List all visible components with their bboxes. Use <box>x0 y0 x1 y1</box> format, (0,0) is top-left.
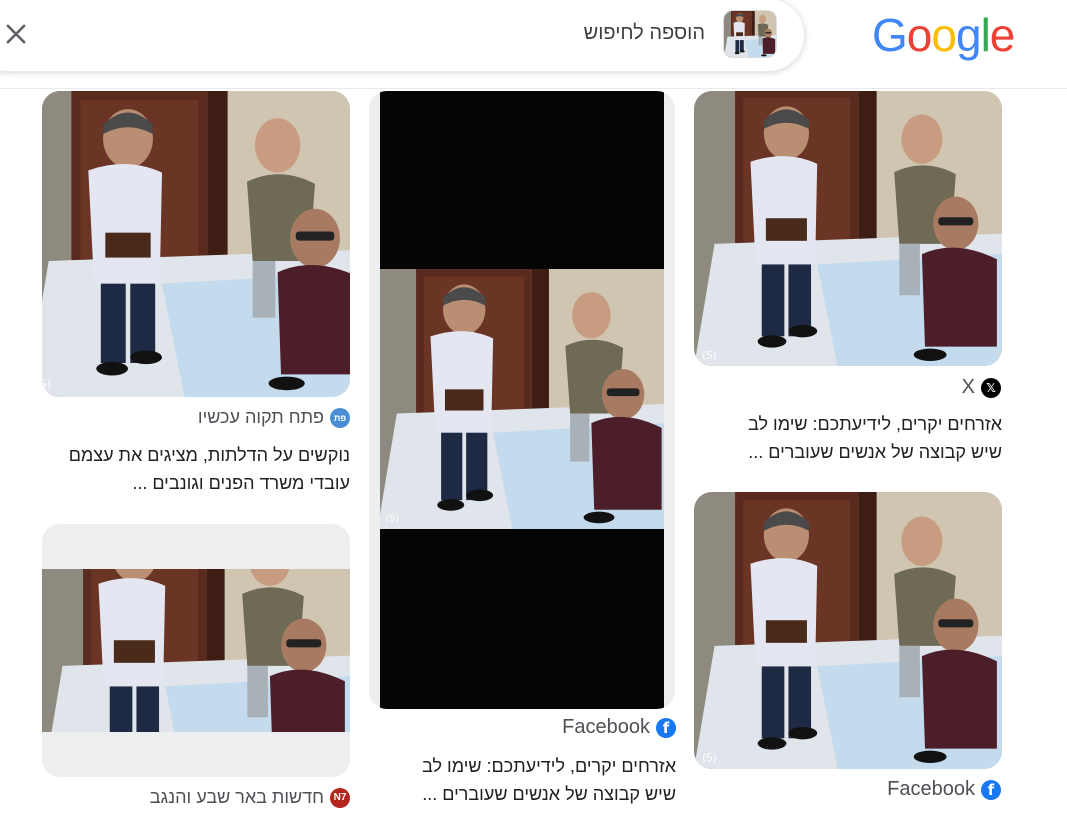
result-caption-line: שיש קבוצה של אנשים שעוברים ... <box>748 442 1002 462</box>
result-image[interactable] <box>369 91 675 709</box>
result-source[interactable]: N7 חדשות באר שבע והנגב <box>150 787 350 808</box>
result-caption[interactable]: נוקשים על הדלתות, מציגים את עצמם עובדי מ… <box>30 441 350 497</box>
result-source-name: X <box>961 376 975 398</box>
close-icon <box>6 24 26 44</box>
result-caption[interactable]: אזרחים יקרים, לידיעתכם: שימו לב שיש קבוצ… <box>682 410 1002 466</box>
result-caption-line: נוקשים על הדלתות, מציגים את עצמם <box>68 445 350 465</box>
search-image-thumbnail[interactable] <box>723 10 777 58</box>
result-source-name: Facebook <box>887 778 975 800</box>
result-source-name: פתח תקוה עכשיו <box>197 407 324 427</box>
result-caption-line: שיש קבוצה של אנשים שעוברים ... <box>422 784 676 804</box>
result-source-name: Facebook <box>562 716 650 738</box>
n7-logo-icon: N7 <box>330 787 350 808</box>
result-source[interactable]: 𝕏 X <box>962 376 1001 399</box>
result-caption[interactable]: אזרחים יקרים, לידיעתכם: שימו לב שיש קבוצ… <box>356 752 676 808</box>
x-logo-icon: 𝕏 <box>981 377 1001 398</box>
header-divider <box>0 88 1067 89</box>
result-image[interactable] <box>694 91 1002 366</box>
logo-letter: o <box>931 9 957 61</box>
logo-letter: G <box>872 9 908 61</box>
result-caption-line: עובדי משרד הפנים וגונבים ... <box>132 473 350 493</box>
result-source-name: חדשות באר שבע והנגב <box>149 787 324 807</box>
result-image[interactable] <box>42 91 350 397</box>
google-logo[interactable]: Google <box>872 8 1016 62</box>
result-caption-line: אזרחים יקרים, לידיעתכם: שימו לב <box>422 756 676 776</box>
result-source[interactable]: f Facebook <box>887 778 1001 801</box>
petah-tikva-now-logo-icon: פת <box>330 407 350 428</box>
facebook-logo-icon: f <box>656 717 676 738</box>
close-button[interactable] <box>2 20 30 48</box>
result-caption-line: אזרחים יקרים, לידיעתכם: שימו לב <box>748 414 1002 434</box>
logo-letter: o <box>906 9 933 61</box>
result-image[interactable] <box>694 492 1002 769</box>
result-source[interactable]: פת פתח תקוה עכשיו <box>198 407 350 428</box>
result-image[interactable] <box>42 524 350 777</box>
logo-letter: l <box>980 9 991 61</box>
logo-letter: g <box>955 9 982 61</box>
add-to-search-label[interactable]: הוספה לחיפוש <box>584 22 705 45</box>
logo-letter: e <box>989 9 1016 61</box>
facebook-logo-icon: f <box>981 779 1001 800</box>
result-source[interactable]: f Facebook <box>562 716 676 739</box>
